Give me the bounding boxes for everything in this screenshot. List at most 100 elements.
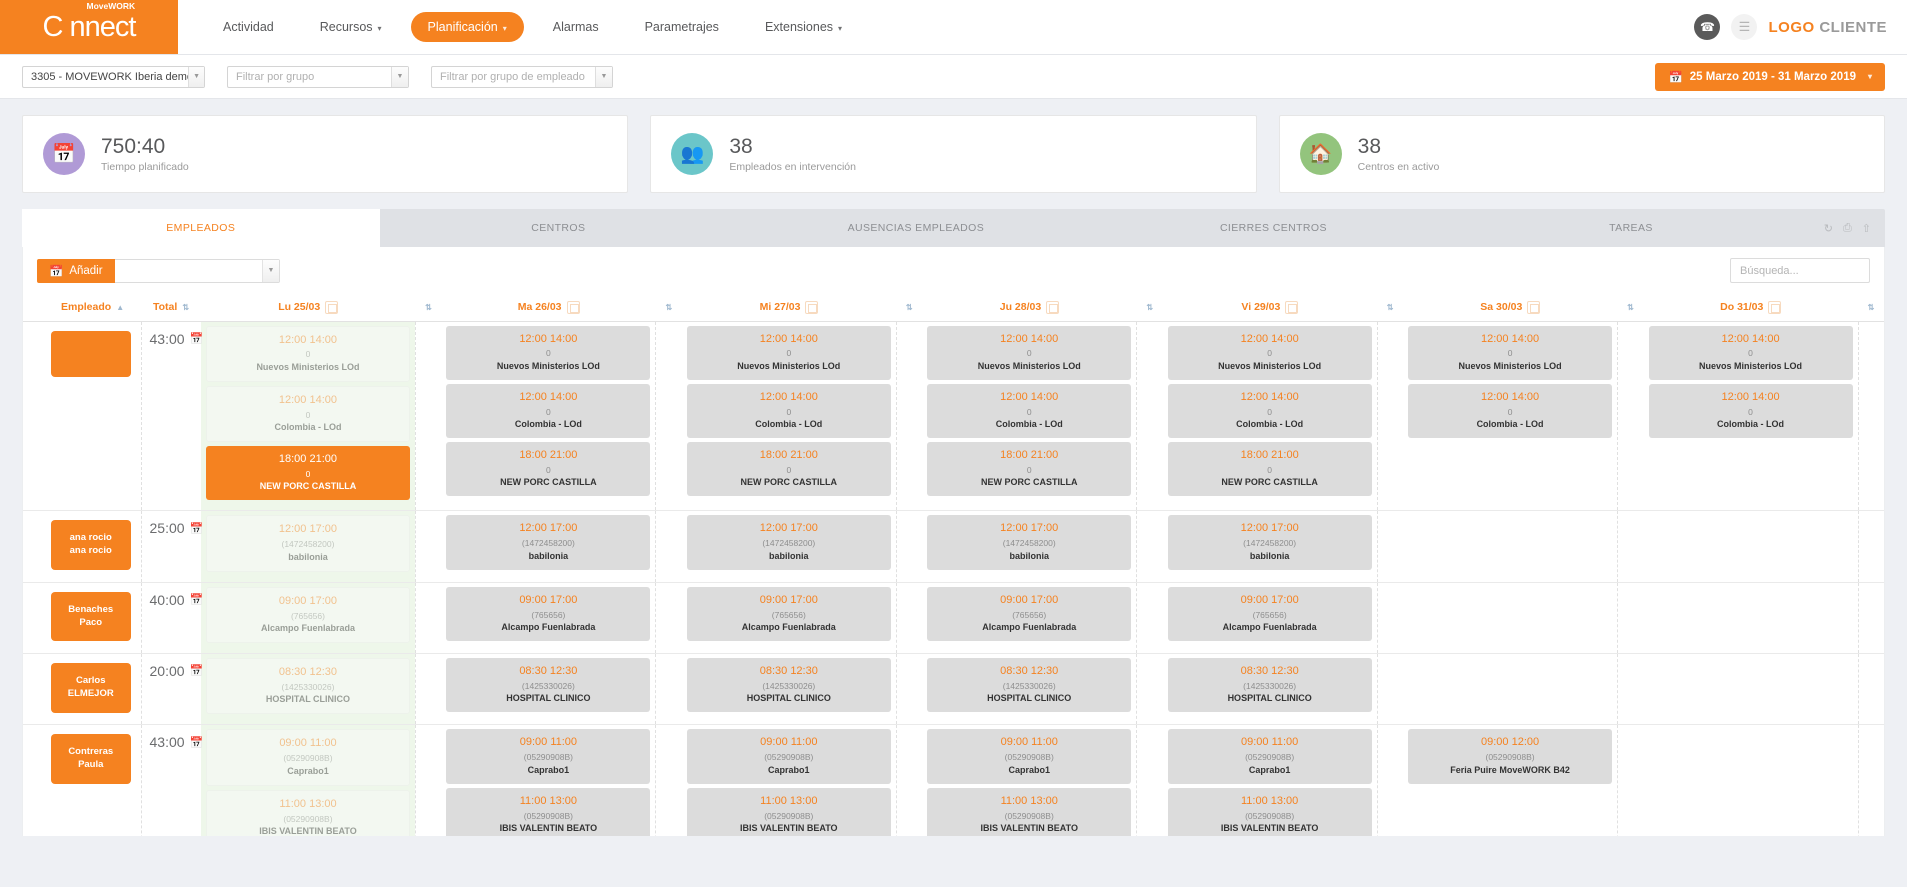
sort-icon[interactable]: ⇅ bbox=[182, 303, 189, 312]
sort-icon[interactable]: ⇅ bbox=[1627, 303, 1634, 312]
day-cell[interactable]: 12:00 17:00 (1472458200) babilonia bbox=[922, 510, 1137, 583]
add-type-select[interactable]: ▼ bbox=[114, 258, 280, 283]
header-day-4[interactable]: Vi 29/03 bbox=[1162, 294, 1378, 322]
shift-block[interactable]: 08:30 12:30 (1425330026) HOSPITAL CLINICO bbox=[927, 657, 1132, 713]
shift-block[interactable]: 11:00 13:00 (05290908B) IBIS VALENTIN BEAT… bbox=[686, 787, 891, 836]
day-cell[interactable]: 12:00 14:00 0 Nuevos Ministerios LOd 12:00 … bbox=[681, 321, 897, 512]
day-cell[interactable]: 09:00 17:00 (765656) Alcampo Fuenlabrada bbox=[441, 582, 656, 654]
search-input[interactable]: Búsqueda... bbox=[1730, 258, 1870, 283]
sort-icon[interactable]: ⇅ bbox=[1146, 303, 1153, 312]
shift-block[interactable]: 12:00 14:00 0 Colombia - LOd bbox=[1167, 383, 1372, 439]
header-total[interactable]: Total ⇅ bbox=[141, 294, 201, 322]
header-day-3[interactable]: Ju 28/03 bbox=[922, 294, 1137, 322]
shift-block[interactable]: 12:00 17:00 (1472458200) babilonia bbox=[446, 515, 651, 570]
site-select[interactable]: 3305 - MOVEWORK Iberia demo ▼ bbox=[22, 65, 205, 88]
nav-item-planificacion[interactable]: Planificación ▾ bbox=[410, 12, 524, 42]
day-cell[interactable] bbox=[1403, 510, 1618, 583]
shift-block[interactable]: 12:00 14:00 0 Nuevos Ministerios LOd bbox=[206, 325, 410, 382]
day-cell[interactable]: 09:00 11:00 (05290908B) Caprabo1 11:00 13:0… bbox=[201, 724, 416, 836]
shift-block[interactable]: 08:30 12:30 (1425330026) HOSPITAL CLINICO bbox=[206, 657, 410, 715]
sort-icon[interactable]: ⇅ bbox=[425, 303, 432, 312]
day-cell[interactable]: 08:30 12:30 (1425330026) HOSPITAL CLINICO bbox=[201, 653, 416, 726]
day-cell[interactable]: 12:00 14:00 0 Nuevos Ministerios LOd 12:00 … bbox=[1643, 321, 1858, 512]
shift-block[interactable]: 12:00 14:00 0 Nuevos Ministerios LOd bbox=[446, 325, 651, 380]
shift-block[interactable]: 18:00 21:00 0 NEW PORC CASTILLA bbox=[446, 442, 651, 497]
nav-item-alarmas[interactable]: Alarmas bbox=[536, 12, 616, 42]
shift-block[interactable]: 12:00 14:00 0 Nuevos Ministerios LOd bbox=[1648, 325, 1853, 380]
day-cell[interactable]: 12:00 14:00 0 Nuevos Ministerios LOd 12:00 … bbox=[1162, 321, 1378, 512]
shift-block[interactable]: 11:00 13:00 (05290908B) IBIS VALENTIN BEAT… bbox=[206, 789, 410, 836]
sort-icon[interactable]: ⇅ bbox=[665, 303, 672, 312]
day-cell[interactable] bbox=[1643, 653, 1858, 726]
sort-day-0[interactable]: ⇅ bbox=[415, 294, 442, 322]
shift-block[interactable]: 18:00 21:00 0 NEW PORC CASTILLA bbox=[1167, 442, 1372, 497]
shift-block[interactable]: 11:00 13:00 (05290908B) IBIS VALENTIN BEAT… bbox=[1167, 787, 1372, 836]
export-icon[interactable]: ⇧ bbox=[1862, 222, 1871, 235]
tab-centros[interactable]: CENTROS bbox=[380, 209, 738, 247]
shift-block[interactable]: 09:00 17:00 (765656) Alcampo Fuenlabrada bbox=[1167, 586, 1372, 641]
day-cell[interactable]: 09:00 11:00 (05290908B) Caprabo1 11:00 13:0… bbox=[1162, 724, 1378, 836]
day-cell[interactable] bbox=[1643, 724, 1858, 836]
employee-chip[interactable] bbox=[51, 330, 131, 377]
day-cell[interactable]: 12:00 14:00 0 Nuevos Ministerios LOd 12:00 … bbox=[441, 321, 656, 512]
shift-block[interactable]: 11:00 13:00 (05290908B) IBIS VALENTIN BEAT… bbox=[927, 787, 1132, 836]
shift-block[interactable]: 12:00 14:00 0 Colombia - LOd bbox=[927, 383, 1132, 439]
sort-icon[interactable]: ⇅ bbox=[906, 303, 913, 312]
day-cell[interactable] bbox=[1643, 510, 1858, 583]
shift-block[interactable]: 18:00 21:00 0 NEW PORC CASTILLA bbox=[206, 446, 410, 501]
day-cell[interactable]: 08:30 12:30 (1425330026) HOSPITAL CLINICO bbox=[1162, 653, 1378, 726]
add-button[interactable]: 📅 Añadir bbox=[37, 258, 115, 283]
shift-block[interactable]: 09:00 11:00 (05290908B) Caprabo1 bbox=[446, 729, 651, 784]
date-range-picker[interactable]: 📅 25 Marzo 2019 - 31 Marzo 2019 ▾ bbox=[1655, 62, 1885, 91]
employee-chip[interactable]: ana rocio ana rocio bbox=[51, 520, 131, 571]
nav-item-recursos[interactable]: Recursos ▾ bbox=[303, 12, 399, 42]
nav-item-parametrajes[interactable]: Parametrajes bbox=[628, 12, 736, 42]
shift-block[interactable]: 12:00 17:00 (1472458200) babilonia bbox=[927, 515, 1132, 570]
tab-tareas[interactable]: TAREAS bbox=[1452, 209, 1810, 247]
day-cell[interactable]: 09:00 17:00 (765656) Alcampo Fuenlabrada bbox=[681, 582, 897, 654]
sort-day-5[interactable]: ⇅ bbox=[1617, 294, 1644, 322]
calendar-icon[interactable]: 📅 bbox=[190, 664, 204, 677]
day-cell[interactable] bbox=[1403, 653, 1618, 726]
calendar-icon[interactable]: 📅 bbox=[190, 593, 204, 606]
day-cell[interactable]: 12:00 17:00 (1472458200) babilonia bbox=[1162, 510, 1378, 583]
employee-chip[interactable]: Benaches Paco bbox=[51, 591, 131, 642]
day-cell[interactable]: 09:00 17:00 (765656) Alcampo Fuenlabrada bbox=[1162, 582, 1378, 654]
employee-group-filter-select[interactable]: Filtrar por grupo de empleado ▼ bbox=[431, 65, 613, 88]
sort-asc-icon[interactable]: ▲ bbox=[116, 303, 124, 312]
app-logo[interactable]: MoveWORK C nnect bbox=[0, 0, 178, 54]
shift-block[interactable]: 12:00 14:00 0 Nuevos Ministerios LOd bbox=[1167, 325, 1372, 380]
employee-chip[interactable]: Contreras Paula bbox=[51, 734, 131, 784]
calendar-icon[interactable]: 📅 bbox=[190, 736, 204, 749]
phone-icon[interactable]: ☎ bbox=[1694, 14, 1721, 40]
shift-block[interactable]: 12:00 14:00 0 Nuevos Ministerios LOd bbox=[686, 325, 891, 380]
copy-day-icon[interactable] bbox=[1046, 300, 1060, 314]
refresh-icon[interactable]: ↻ bbox=[1824, 222, 1833, 235]
shift-block[interactable]: 18:00 21:00 0 NEW PORC CASTILLA bbox=[686, 442, 891, 497]
sort-day-3[interactable]: ⇅ bbox=[1136, 294, 1163, 322]
header-day-0[interactable]: Lu 25/03 bbox=[201, 294, 416, 322]
shift-block[interactable]: 09:00 17:00 (765656) Alcampo Fuenlabrada bbox=[686, 586, 891, 641]
shift-block[interactable]: 12:00 17:00 (1472458200) babilonia bbox=[686, 515, 891, 570]
shift-block[interactable]: 09:00 11:00 (05290908B) Caprabo1 bbox=[1167, 729, 1372, 784]
shift-block[interactable]: 12:00 17:00 (1472458200) babilonia bbox=[206, 515, 410, 572]
shift-block[interactable]: 09:00 11:00 (05290908B) Caprabo1 bbox=[206, 729, 410, 786]
copy-day-icon[interactable] bbox=[1768, 300, 1782, 314]
sort-day-4[interactable]: ⇅ bbox=[1377, 294, 1404, 322]
day-cell[interactable] bbox=[1643, 582, 1858, 654]
header-empleado[interactable]: Empleado ▲ bbox=[23, 294, 141, 322]
shift-block[interactable]: 09:00 17:00 (765656) Alcampo Fuenlabrada bbox=[206, 586, 410, 643]
shift-block[interactable]: 12:00 14:00 0 Colombia - LOd bbox=[446, 383, 651, 439]
sort-day-1[interactable]: ⇅ bbox=[655, 294, 682, 322]
schedule-grid[interactable]: Empleado ▲ Total ⇅ Lu 25/03 ⇅ Ma 26/03 ⇅… bbox=[22, 294, 1885, 836]
shift-block[interactable]: 12:00 14:00 0 Nuevos Ministerios LOd bbox=[927, 325, 1132, 380]
day-cell[interactable]: 12:00 14:00 0 Nuevos Ministerios LOd 12:00 … bbox=[201, 321, 416, 512]
shift-block[interactable]: 11:00 13:00 (05290908B) IBIS VALENTIN BEAT… bbox=[446, 787, 651, 836]
day-cell[interactable]: 09:00 12:00 (05290908B) Feria Puire MoveWO… bbox=[1403, 724, 1618, 836]
header-day-6[interactable]: Do 31/03 bbox=[1643, 294, 1858, 322]
shift-block[interactable]: 12:00 14:00 0 Colombia - LOd bbox=[1408, 383, 1613, 439]
day-cell[interactable]: 09:00 17:00 (765656) Alcampo Fuenlabrada bbox=[922, 582, 1137, 654]
shift-block[interactable]: 12:00 14:00 0 Colombia - LOd bbox=[1648, 383, 1853, 439]
nav-item-extensiones[interactable]: Extensiones ▾ bbox=[748, 12, 859, 42]
shift-block[interactable]: 18:00 21:00 0 NEW PORC CASTILLA bbox=[927, 442, 1132, 497]
